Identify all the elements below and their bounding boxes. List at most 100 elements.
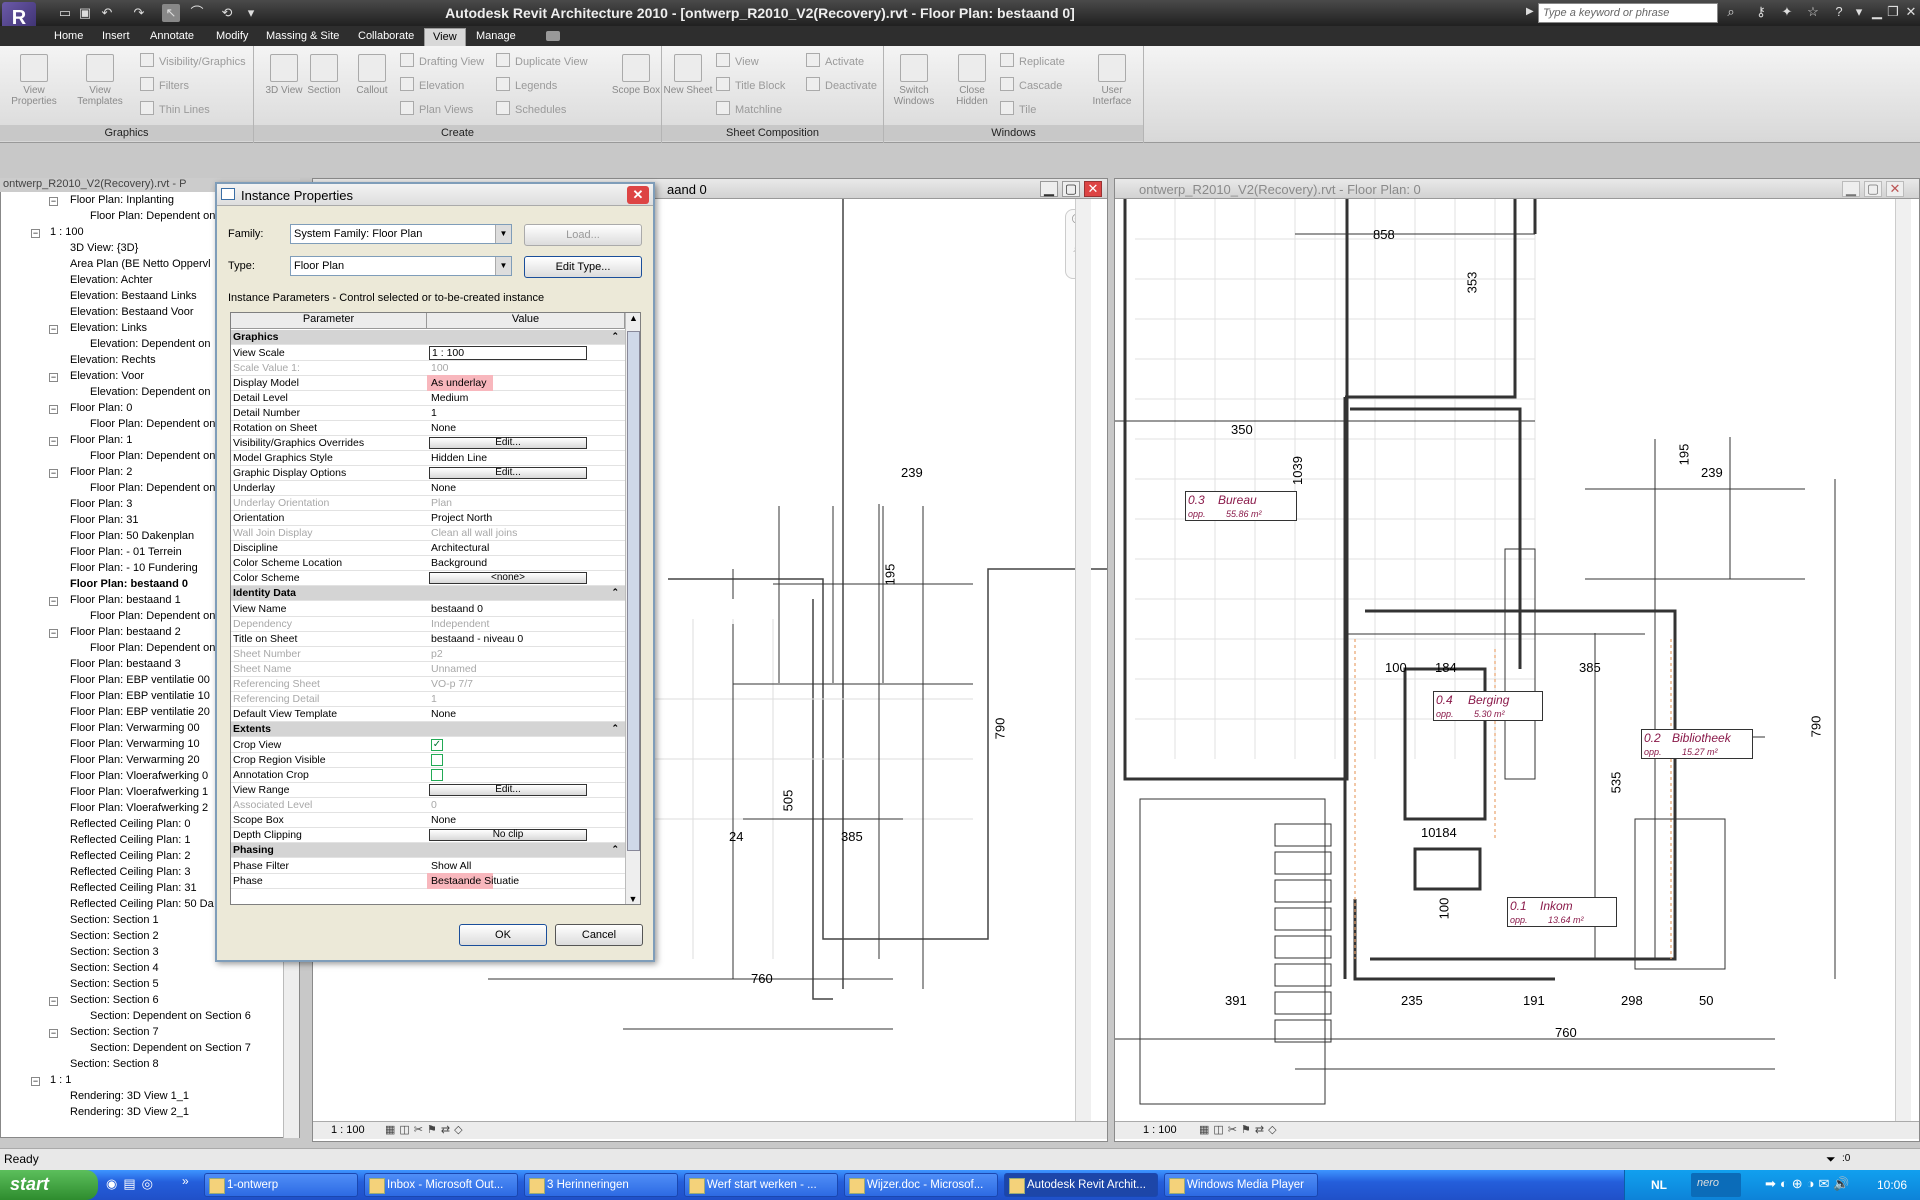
modify-cursor-icon[interactable]: ↖ bbox=[162, 4, 180, 22]
parameter-row[interactable]: Crop Region Visible bbox=[231, 753, 625, 768]
parameter-row[interactable]: Title on Sheet bestaand - niveau 0 bbox=[231, 632, 625, 647]
browser-item[interactable]: Floor Plan: 0 bbox=[70, 402, 132, 418]
browser-item[interactable]: Section: Section 3 bbox=[70, 946, 159, 962]
tab-annotate[interactable]: Annotate bbox=[142, 28, 202, 46]
tree-collapse-icon[interactable]: − bbox=[49, 997, 58, 1006]
tree-collapse-icon[interactable]: − bbox=[31, 229, 40, 238]
view-vertical-scrollbar[interactable] bbox=[1895, 199, 1911, 1121]
parameter-row[interactable]: Default View Template None bbox=[231, 707, 625, 722]
view-templates-button[interactable]: View Templates bbox=[74, 52, 126, 112]
browser-item[interactable]: Floor Plan: bestaand 2 bbox=[70, 626, 181, 642]
parameter-row[interactable]: Annotation Crop bbox=[231, 768, 625, 783]
tree-collapse-icon[interactable]: − bbox=[49, 469, 58, 478]
ribbon-minimize-icon[interactable] bbox=[546, 31, 560, 41]
favorites-icon[interactable]: ☆ bbox=[1802, 3, 1824, 21]
right-view-maximize-icon[interactable]: ▢ bbox=[1864, 181, 1882, 197]
tree-collapse-icon[interactable]: − bbox=[49, 373, 58, 382]
browser-item[interactable]: Floor Plan: 31 bbox=[70, 514, 138, 530]
parameter-row[interactable]: View Scale 1 : 100 bbox=[231, 346, 625, 361]
browser-item[interactable]: Floor Plan: Verwarming 00 bbox=[70, 722, 200, 738]
close-icon[interactable]: ✕ bbox=[1900, 3, 1920, 21]
parameter-edit-button[interactable]: Edit... bbox=[429, 437, 587, 449]
parameter-edit-button[interactable]: Edit... bbox=[429, 467, 587, 479]
floor-plan-canvas-right[interactable] bbox=[1115, 199, 1920, 1123]
browser-item[interactable]: 1 : 100 bbox=[50, 226, 84, 242]
browser-item[interactable]: Elevation: Dependent on bbox=[90, 386, 210, 402]
dialog-close-button[interactable]: ✕ bbox=[627, 186, 649, 204]
browser-item[interactable]: Elevation: Links bbox=[70, 322, 147, 338]
view-vertical-scrollbar[interactable] bbox=[1075, 199, 1091, 1121]
parameter-row[interactable]: Graphic Display Options Edit... bbox=[231, 466, 625, 481]
tray-icons[interactable]: ➡◐⊕◑✉🔊 bbox=[1765, 1176, 1854, 1192]
browser-item[interactable]: 1 : 1 bbox=[50, 1074, 71, 1090]
key-icon[interactable]: ⚷ bbox=[1750, 3, 1772, 21]
user-interface-button[interactable]: User Interface bbox=[1086, 52, 1138, 112]
parameter-row[interactable]: Display Model As underlay bbox=[231, 375, 625, 391]
browser-item[interactable]: Section: Section 7 bbox=[70, 1026, 159, 1042]
room-tag[interactable]: 0.2 Bibliotheek opp. 15.27 m² bbox=[1641, 729, 1753, 759]
language-indicator[interactable]: NL bbox=[1651, 1178, 1667, 1192]
search-expand-icon[interactable]: ▶ bbox=[1526, 6, 1534, 17]
scroll-up-icon[interactable]: ▲ bbox=[626, 313, 640, 323]
taskbar-button[interactable]: 3 Herinneringen bbox=[524, 1173, 678, 1197]
browser-item[interactable]: Reflected Ceiling Plan: 1 bbox=[70, 834, 190, 850]
collapse-group-icon[interactable]: ⌃ bbox=[611, 331, 619, 342]
tab-collaborate[interactable]: Collaborate bbox=[350, 28, 422, 46]
parameter-value[interactable]: Medium bbox=[431, 392, 621, 404]
nero-search-icon[interactable]: nero bbox=[1691, 1173, 1741, 1197]
tab-home[interactable]: Home bbox=[46, 28, 91, 46]
parameter-group-header[interactable]: Extents ⌃ bbox=[231, 722, 625, 737]
parameter-value[interactable]: Background bbox=[431, 557, 621, 569]
room-tag[interactable]: 0.3 Bureau opp. 55.86 m² bbox=[1185, 491, 1297, 521]
left-view-maximize-icon[interactable]: ▢ bbox=[1062, 181, 1080, 197]
browser-item[interactable]: Reflected Ceiling Plan: 50 Da bbox=[70, 898, 214, 914]
taskbar-button[interactable]: 1-ontwerp bbox=[204, 1173, 358, 1197]
parameter-group-header[interactable]: Phasing ⌃ bbox=[231, 843, 625, 858]
browser-item[interactable]: Elevation: Dependent on bbox=[90, 338, 210, 354]
undo-icon[interactable]: ↶ bbox=[98, 4, 116, 22]
ok-button[interactable]: OK bbox=[459, 924, 547, 946]
checkbox-unchecked[interactable] bbox=[431, 754, 443, 766]
start-button[interactable]: start bbox=[0, 1170, 98, 1200]
browser-item[interactable]: Reflected Ceiling Plan: 3 bbox=[70, 866, 190, 882]
drafting-view-button[interactable]: Drafting View bbox=[400, 53, 484, 71]
qat-dropdown-icon[interactable]: ▾ bbox=[242, 4, 260, 22]
left-view-close-icon[interactable]: ✕ bbox=[1084, 181, 1102, 197]
browser-item[interactable]: Section: Section 1 bbox=[70, 914, 159, 930]
parameter-edit-button[interactable]: Edit... bbox=[429, 784, 587, 796]
browser-item[interactable]: Floor Plan: EBP ventilatie 20 bbox=[70, 706, 210, 722]
taskbar-button[interactable]: Inbox - Microsoft Out... bbox=[364, 1173, 518, 1197]
taskbar-button[interactable]: Windows Media Player bbox=[1164, 1173, 1318, 1197]
browser-item[interactable]: Section: Section 2 bbox=[70, 930, 159, 946]
tab-modify[interactable]: Modify bbox=[208, 28, 256, 46]
room-tag[interactable]: 0.1 Inkom opp. 13.64 m² bbox=[1507, 897, 1617, 927]
taskbar-button[interactable]: Wijzer.doc - Microsof... bbox=[844, 1173, 998, 1197]
schedules-button[interactable]: Schedules bbox=[496, 101, 566, 119]
parameter-value[interactable]: None bbox=[431, 482, 621, 494]
title-block-button[interactable]: Title Block bbox=[716, 77, 785, 95]
browser-item[interactable]: Elevation: Bestaand Voor bbox=[70, 306, 194, 322]
help-icon[interactable]: ? bbox=[1828, 3, 1850, 21]
browser-item[interactable]: Elevation: Rechts bbox=[70, 354, 156, 370]
parameter-group-header[interactable]: Identity Data ⌃ bbox=[231, 586, 625, 601]
view-scale[interactable]: 1 : 100 bbox=[1143, 1124, 1177, 1136]
new-sheet-button[interactable]: New Sheet bbox=[662, 52, 714, 112]
matchline-button[interactable]: Matchline bbox=[716, 101, 782, 119]
parameter-row[interactable]: Discipline Architectural bbox=[231, 541, 625, 556]
cascade-button[interactable]: Cascade bbox=[1000, 77, 1062, 95]
parameter-value[interactable]: Hidden Line bbox=[431, 452, 621, 464]
parameter-row[interactable]: Detail Level Medium bbox=[231, 391, 625, 406]
elevation-button[interactable]: Elevation bbox=[400, 77, 464, 95]
browser-item[interactable]: Section: Section 8 bbox=[70, 1058, 159, 1074]
thin-lines-button[interactable]: Thin Lines bbox=[140, 101, 210, 119]
browser-item[interactable]: Floor Plan: - 10 Fundering bbox=[70, 562, 198, 578]
browser-item[interactable]: Floor Plan: Dependent on bbox=[90, 642, 215, 658]
parameter-value[interactable]: Architectural bbox=[431, 542, 621, 554]
redo-icon[interactable]: ↷ bbox=[130, 4, 148, 22]
browser-item[interactable]: Floor Plan: Vloerafwerking 1 bbox=[70, 786, 208, 802]
browser-item[interactable]: Floor Plan: Dependent on bbox=[90, 418, 215, 434]
tree-collapse-icon[interactable]: − bbox=[31, 1077, 40, 1086]
browser-item[interactable]: Reflected Ceiling Plan: 0 bbox=[70, 818, 190, 834]
left-view-minimize-icon[interactable]: ▁ bbox=[1040, 181, 1058, 197]
parameter-row[interactable]: Phase Filter Show All bbox=[231, 859, 625, 874]
